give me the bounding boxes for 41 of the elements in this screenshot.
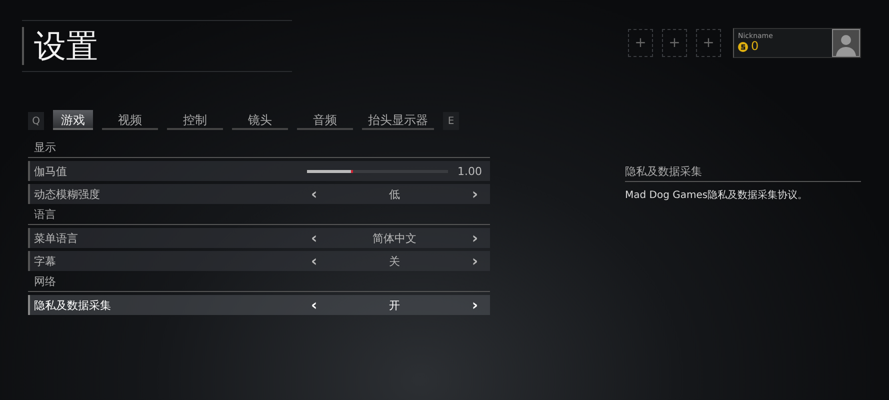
info-text: Mad Dog Games隐私及数据采集协议。 bbox=[625, 188, 809, 202]
setting-value: 简体中文 bbox=[372, 230, 418, 246]
info-heading: 隐私及数据采集 bbox=[625, 164, 861, 182]
next-button[interactable]: › bbox=[468, 254, 482, 268]
setting-label: 伽马值 bbox=[33, 164, 68, 178]
setting-row[interactable]: 伽马值 1.00 bbox=[28, 161, 490, 181]
page-title: 设置 bbox=[22, 27, 98, 65]
next-button[interactable]: › bbox=[468, 187, 482, 201]
setting-value: 关 bbox=[388, 254, 401, 268]
key-hint: E bbox=[443, 112, 459, 130]
tab[interactable]: 视频 bbox=[102, 110, 158, 130]
tab[interactable]: 镜头 bbox=[232, 110, 288, 130]
avatar-icon[interactable] bbox=[833, 30, 859, 56]
previous-button[interactable]: ‹ bbox=[307, 298, 322, 312]
section-heading: 语言 bbox=[28, 207, 490, 225]
setting-row[interactable]: 字幕 ‹ 关 › bbox=[28, 251, 490, 271]
previous-button[interactable]: ‹ bbox=[307, 254, 322, 268]
setting-label: 菜单语言 bbox=[33, 230, 79, 246]
coin-icon bbox=[738, 42, 748, 52]
section-heading: 显示 bbox=[28, 140, 490, 158]
setting-row[interactable]: 菜单语言 ‹ 简体中文 › bbox=[28, 228, 490, 248]
slider-value: 1.00 bbox=[458, 164, 482, 178]
tab[interactable]: 抬头显示器 bbox=[362, 110, 434, 130]
section-heading: 网络 bbox=[28, 274, 490, 292]
currency-amount: 0 bbox=[751, 40, 759, 53]
setting-label: 隐私及数据采集 bbox=[33, 298, 112, 312]
tab[interactable]: 音频 bbox=[297, 110, 353, 130]
tab[interactable]: 游戏 bbox=[53, 110, 93, 130]
tab[interactable]: 控制 bbox=[167, 110, 223, 130]
previous-button[interactable]: ‹ bbox=[307, 187, 322, 201]
setting-label: 动态模糊强度 bbox=[33, 186, 101, 202]
previous-button[interactable]: ‹ bbox=[307, 231, 322, 245]
setting-value: 低 bbox=[388, 186, 401, 202]
next-button[interactable]: › bbox=[468, 298, 482, 312]
setting-value: 开 bbox=[388, 298, 401, 312]
setting-label: 字幕 bbox=[33, 254, 57, 268]
setting-row[interactable]: 隐私及数据采集 ‹ 开 › bbox=[28, 295, 490, 315]
next-button[interactable]: › bbox=[468, 231, 482, 245]
setting-row[interactable]: 动态模糊强度 ‹ 低 › bbox=[28, 184, 490, 204]
key-hint: Q bbox=[28, 112, 44, 130]
slider-track[interactable] bbox=[307, 170, 448, 172]
